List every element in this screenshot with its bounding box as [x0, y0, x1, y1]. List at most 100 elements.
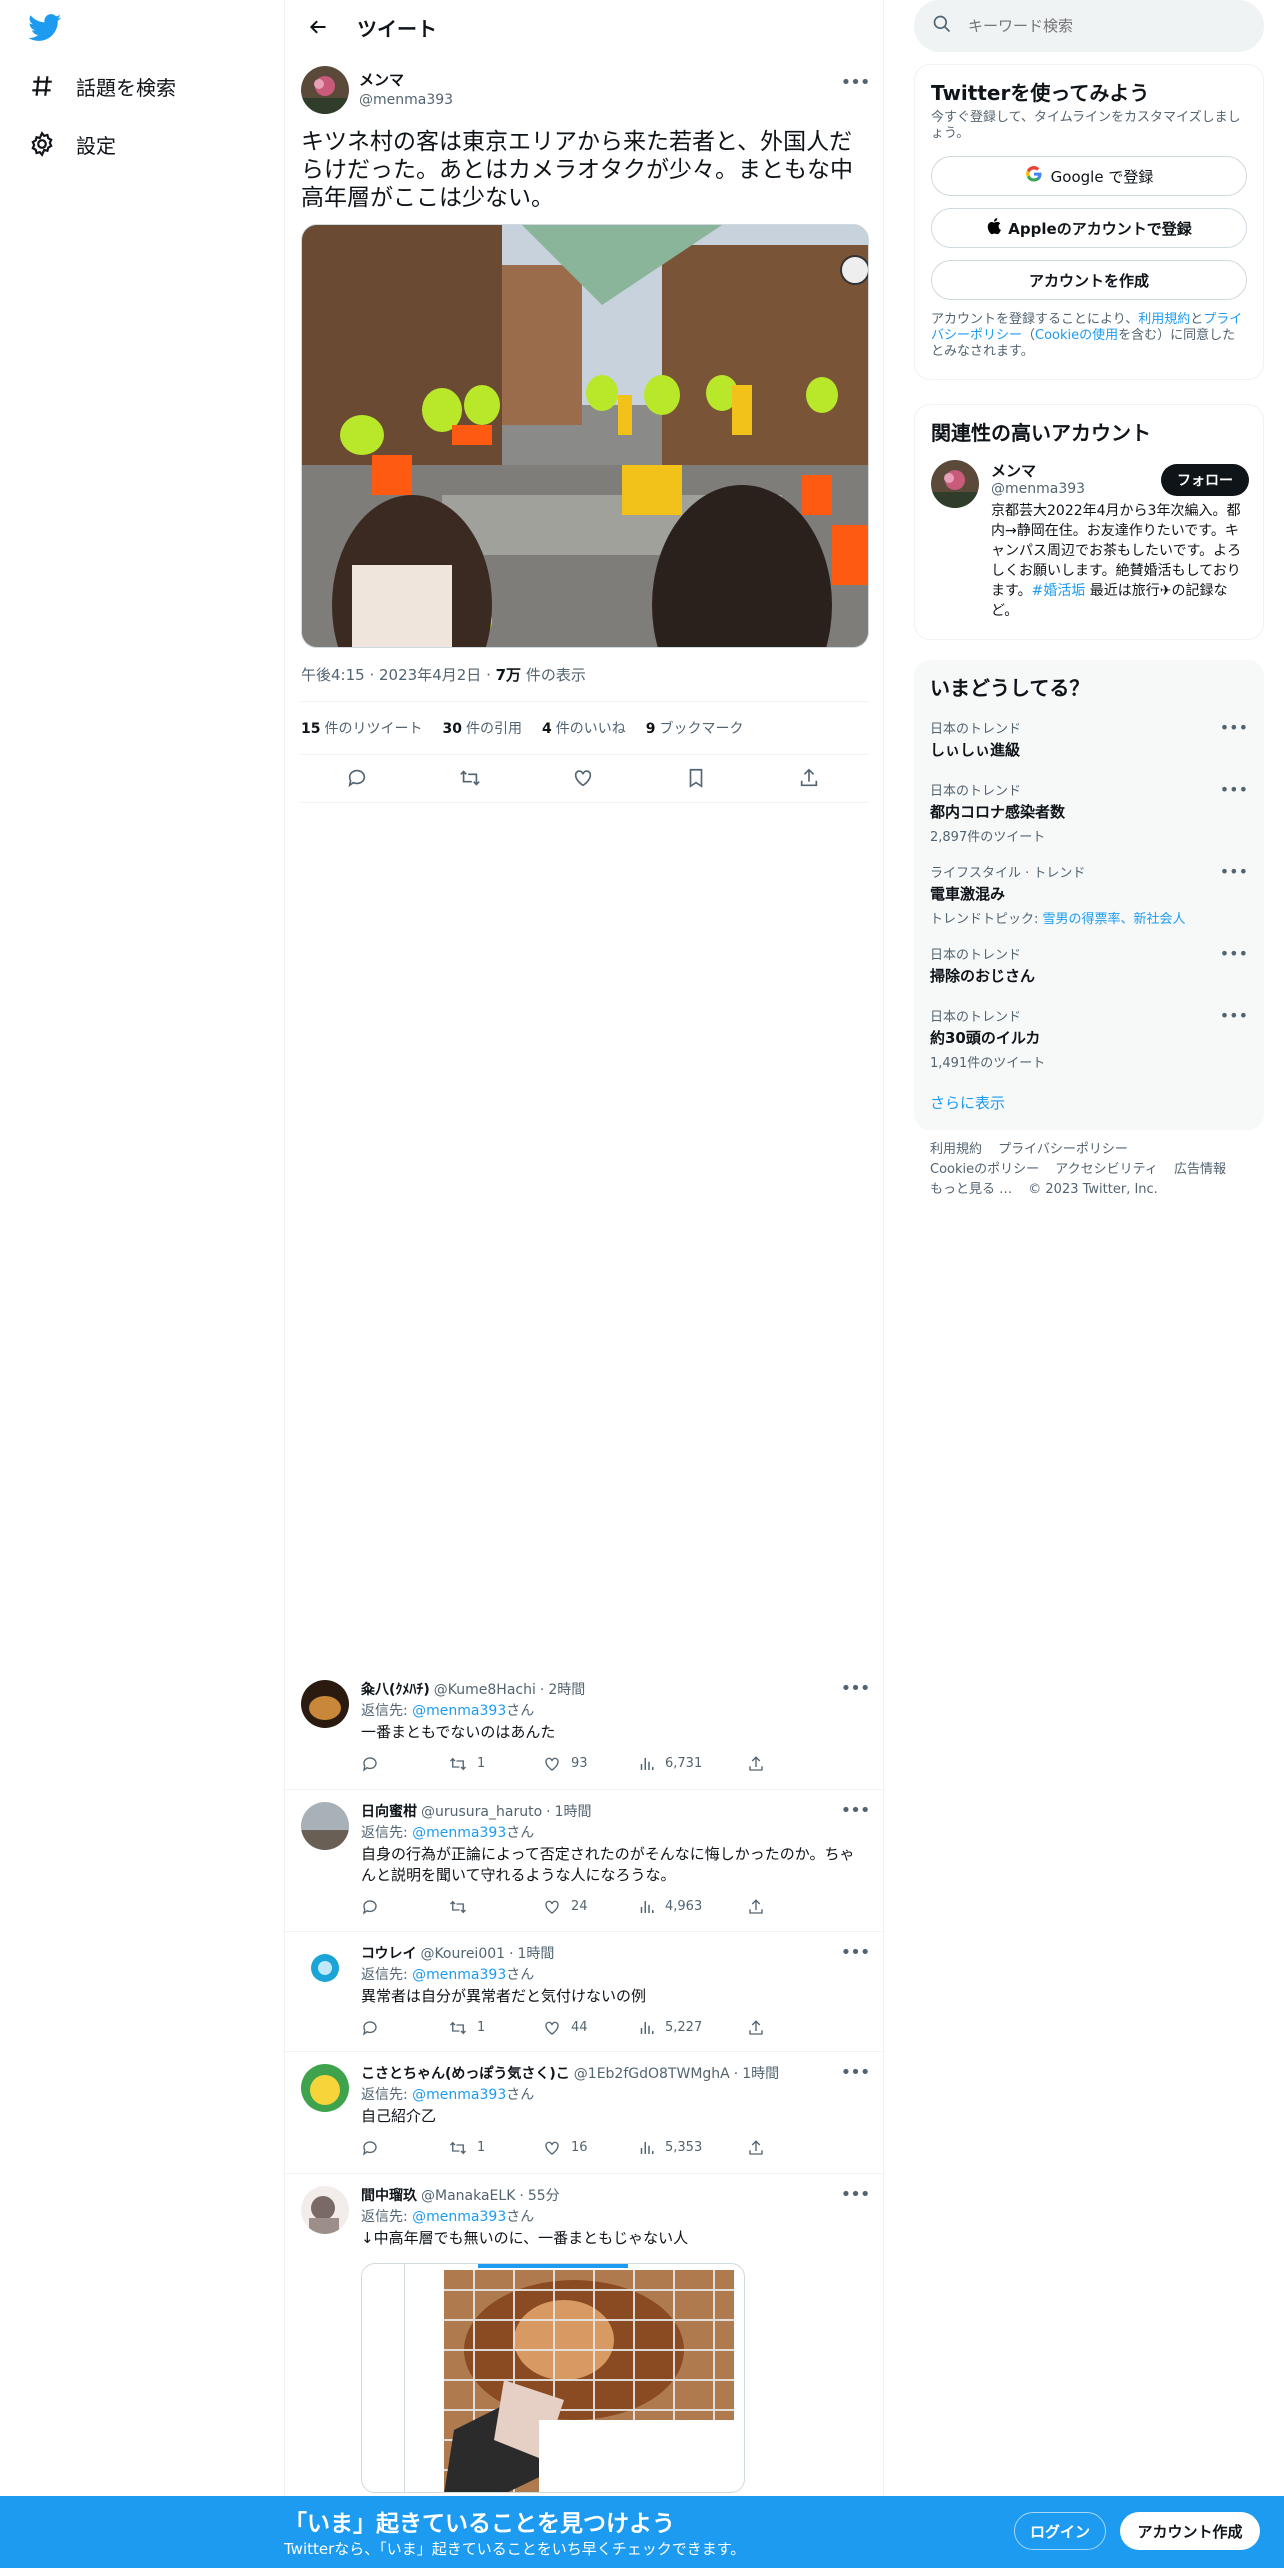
retweets-stat[interactable]: 15 件のリツイート	[301, 718, 422, 738]
follow-button[interactable]: フォロー	[1161, 464, 1249, 496]
terms-link[interactable]: 利用規約	[1138, 312, 1190, 327]
like-button[interactable]: 44	[543, 2017, 637, 2038]
reply-time[interactable]: 1時間	[518, 1944, 555, 1965]
signup-button[interactable]: アカウント作成	[1120, 2512, 1260, 2550]
reply-author-handle[interactable]: @Kume8Hachi	[434, 1680, 536, 1701]
reply-avatar[interactable]	[301, 1944, 349, 1992]
cookie-link[interactable]: Cookieの使用	[1035, 328, 1118, 343]
reply-author-name[interactable]: 間中瑠玖	[361, 2186, 417, 2207]
tweet-time[interactable]: 午後4:15	[301, 666, 365, 684]
more-options-icon[interactable]: •••	[1220, 718, 1248, 737]
bio-hashtag-link[interactable]: #婚活垢	[1032, 583, 1086, 599]
reply-item[interactable]: こさとちゃん(めっぽう気さく)こ @1Eb2fGdO8TWMghA · 1時間 返信先…	[285, 2052, 883, 2174]
more-options-icon[interactable]: •••	[841, 1678, 871, 1699]
trend-item[interactable]: 日本のトレンド 都内コロナ感染者数 2,897件のツイート •••	[930, 780, 1248, 845]
retweet-button[interactable]: 1	[449, 2137, 543, 2158]
search-bar[interactable]	[914, 0, 1264, 52]
replying-to-link[interactable]: @menma393	[412, 1825, 506, 1841]
reply-icon[interactable]	[346, 767, 370, 791]
trend-item[interactable]: 日本のトレンド 約30頭のイルカ 1,491件のツイート •••	[930, 1006, 1248, 1071]
show-more-link[interactable]: さらに表示	[930, 1092, 1005, 1113]
retweet-icon[interactable]	[459, 767, 483, 791]
more-options-icon[interactable]: •••	[841, 1800, 871, 1821]
reply-author-handle[interactable]: @urusura_haruto	[421, 1802, 542, 1823]
like-button[interactable]: 93	[543, 1753, 637, 1774]
views-button[interactable]: 5,353	[637, 2137, 747, 2158]
bookmarks-stat[interactable]: 9 ブックマーク	[646, 718, 744, 738]
reply-item[interactable]: 日向蜜柑 @urusura_haruto · 1時間 返信先: @menma393さん…	[285, 1790, 883, 1932]
author-handle[interactable]: @menma393	[359, 90, 453, 110]
author-avatar[interactable]	[301, 66, 349, 114]
reply-icon[interactable]	[361, 1753, 449, 1774]
reply-time[interactable]: 1時間	[742, 2064, 779, 2085]
more-options-icon[interactable]: •••	[841, 1942, 871, 1963]
likes-stat[interactable]: 4 件のいいね	[542, 718, 626, 738]
login-button[interactable]: ログイン	[1014, 2512, 1106, 2550]
footer-ads-link[interactable]: 広告情報	[1174, 1162, 1226, 1177]
reply-author-name[interactable]: こさとちゃん(めっぽう気さく)こ	[361, 2064, 570, 2085]
reply-time[interactable]: 2時間	[548, 1680, 585, 1701]
views-button[interactable]: 5,227	[637, 2017, 747, 2038]
reply-icon[interactable]	[361, 2137, 449, 2158]
quoted-tweet-card[interactable]	[361, 2263, 745, 2493]
footer-accessibility-link[interactable]: アクセシビリティ	[1055, 1162, 1158, 1177]
replying-to-link[interactable]: @menma393	[412, 2209, 506, 2225]
reply-author-handle[interactable]: @1Eb2fGdO8TWMghA	[574, 2064, 730, 2085]
trend-item[interactable]: 日本のトレンド 掃除のおじさん •••	[930, 944, 1248, 986]
retweet-button[interactable]: 1	[449, 1753, 543, 1774]
retweet-button[interactable]	[449, 1896, 543, 1917]
retweet-button[interactable]: 1	[449, 2017, 543, 2038]
related-account[interactable]: メンマ @menma393 京都芸大2022年4月から3年次編入。都内→静岡在住…	[931, 460, 1249, 621]
trend-item[interactable]: 日本のトレンド しぃしぃ進級 •••	[930, 718, 1248, 760]
more-options-icon[interactable]: •••	[841, 2062, 871, 2083]
trend-topic-links[interactable]: 雪男の得票率、新社会人	[1043, 912, 1186, 927]
nav-explore[interactable]: 話題を検索	[28, 64, 176, 108]
reply-author-handle[interactable]: @Kourei001	[420, 1944, 505, 1965]
views-button[interactable]: 6,731	[637, 1753, 747, 1774]
share-icon[interactable]	[747, 2017, 775, 2038]
tweet-date[interactable]: 2023年4月2日	[379, 666, 481, 684]
trend-item[interactable]: ライフスタイル · トレンド 電車激混み トレンドトピック: 雪男の得票率、新社…	[930, 862, 1248, 927]
quoted-photo[interactable]	[444, 2270, 734, 2492]
reply-author-name[interactable]: 粂八(ｸﾒﾊﾁ)	[361, 1680, 430, 1701]
reply-time[interactable]: 1時間	[555, 1802, 592, 1823]
footer-cookie-link[interactable]: Cookieのポリシー	[930, 1162, 1039, 1177]
more-options-icon[interactable]: •••	[1220, 862, 1248, 881]
reply-author-name[interactable]: 日向蜜柑	[361, 1802, 417, 1823]
apple-signup-button[interactable]: Appleのアカウントで登録	[931, 208, 1247, 248]
share-icon[interactable]	[747, 1896, 775, 1917]
reply-avatar[interactable]	[301, 2186, 349, 2234]
views-button[interactable]: 4,963	[637, 1896, 747, 1917]
reply-avatar[interactable]	[301, 2064, 349, 2112]
search-input[interactable]	[968, 17, 1228, 35]
reply-icon[interactable]	[361, 2017, 449, 2038]
reply-avatar[interactable]	[301, 1802, 349, 1850]
reply-avatar[interactable]	[301, 1680, 349, 1728]
like-heart-icon[interactable]	[572, 767, 596, 791]
share-icon[interactable]	[747, 2137, 775, 2158]
google-signup-button[interactable]: Google で登録	[931, 156, 1247, 196]
reply-author-handle[interactable]: @ManakaELK	[421, 2186, 515, 2207]
reply-author-name[interactable]: コウレイ	[361, 1944, 416, 1965]
quotes-stat[interactable]: 30 件の引用	[442, 718, 521, 738]
share-icon[interactable]	[747, 1753, 775, 1774]
replying-to-link[interactable]: @menma393	[412, 1703, 506, 1719]
reply-item[interactable]: 間中瑠玖 @ManakaELK · 55分 返信先: @menma393さん ↓中高年…	[285, 2174, 883, 2496]
twitter-logo-icon[interactable]	[28, 14, 64, 44]
reply-icon[interactable]	[361, 1896, 449, 1917]
reply-time[interactable]: 55分	[528, 2186, 560, 2207]
back-arrow-icon[interactable]	[301, 10, 335, 44]
more-options-icon[interactable]: •••	[1220, 1006, 1248, 1025]
more-options-icon[interactable]: •••	[1220, 780, 1248, 799]
reply-item[interactable]: コウレイ @Kourei001 · 1時間 返信先: @menma393さん 異常者は…	[285, 1932, 883, 2052]
create-account-button[interactable]: アカウントを作成	[931, 260, 1247, 300]
footer-privacy-link[interactable]: プライバシーポリシー	[998, 1142, 1128, 1157]
more-options-icon[interactable]: •••	[841, 72, 871, 93]
author-name[interactable]: メンマ	[359, 70, 453, 90]
reply-item[interactable]: 粂八(ｸﾒﾊﾁ) @Kume8Hachi · 2時間 返信先: @menma393さん…	[285, 1668, 883, 1790]
footer-terms-link[interactable]: 利用規約	[930, 1142, 982, 1157]
replying-to-link[interactable]: @menma393	[412, 2087, 506, 2103]
share-icon[interactable]	[798, 767, 822, 791]
related-avatar[interactable]	[931, 460, 979, 508]
bookmark-icon[interactable]	[685, 767, 709, 791]
